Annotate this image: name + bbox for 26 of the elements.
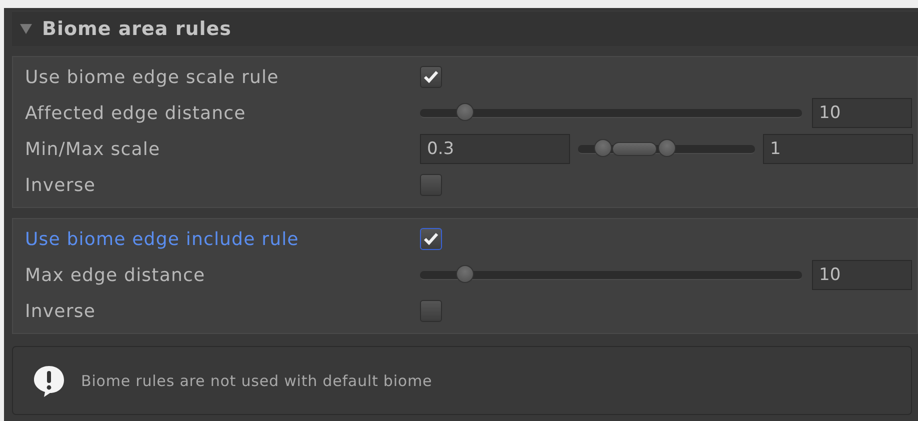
foldout-triangle-icon[interactable] — [20, 24, 32, 34]
field-label: Inverse — [25, 174, 96, 196]
number-field[interactable]: 10 — [812, 98, 912, 128]
min-field[interactable]: 0.3 — [420, 134, 570, 164]
section-title: Biome area rules — [42, 18, 232, 40]
checkbox[interactable] — [420, 174, 442, 196]
min-thumb[interactable] — [594, 138, 612, 156]
help-message: Biome rules are not used with default biome — [81, 372, 432, 390]
max-field[interactable]: 1 — [763, 134, 913, 164]
number-field[interactable]: 10 — [812, 260, 912, 290]
max-thumb[interactable] — [658, 138, 676, 156]
field-label: Use biome edge scale rule — [25, 66, 280, 88]
range-bar[interactable] — [612, 142, 658, 156]
checkbox[interactable] — [420, 300, 442, 322]
section-header[interactable]: Biome area rules — [12, 12, 918, 46]
field-label: Max edge distance — [25, 264, 206, 286]
checkmark-icon — [423, 232, 439, 246]
field-label: Min/Max scale — [25, 138, 162, 160]
field-label: Inverse — [25, 300, 96, 322]
checkbox[interactable] — [420, 66, 442, 88]
checkmark-icon — [423, 70, 439, 84]
field-label: Affected edge distance — [25, 102, 247, 124]
slider-thumb[interactable] — [456, 264, 474, 282]
field-label: Use biome edge include rule — [25, 228, 300, 250]
checkbox[interactable] — [420, 228, 442, 250]
slider-thumb[interactable] — [456, 102, 474, 120]
